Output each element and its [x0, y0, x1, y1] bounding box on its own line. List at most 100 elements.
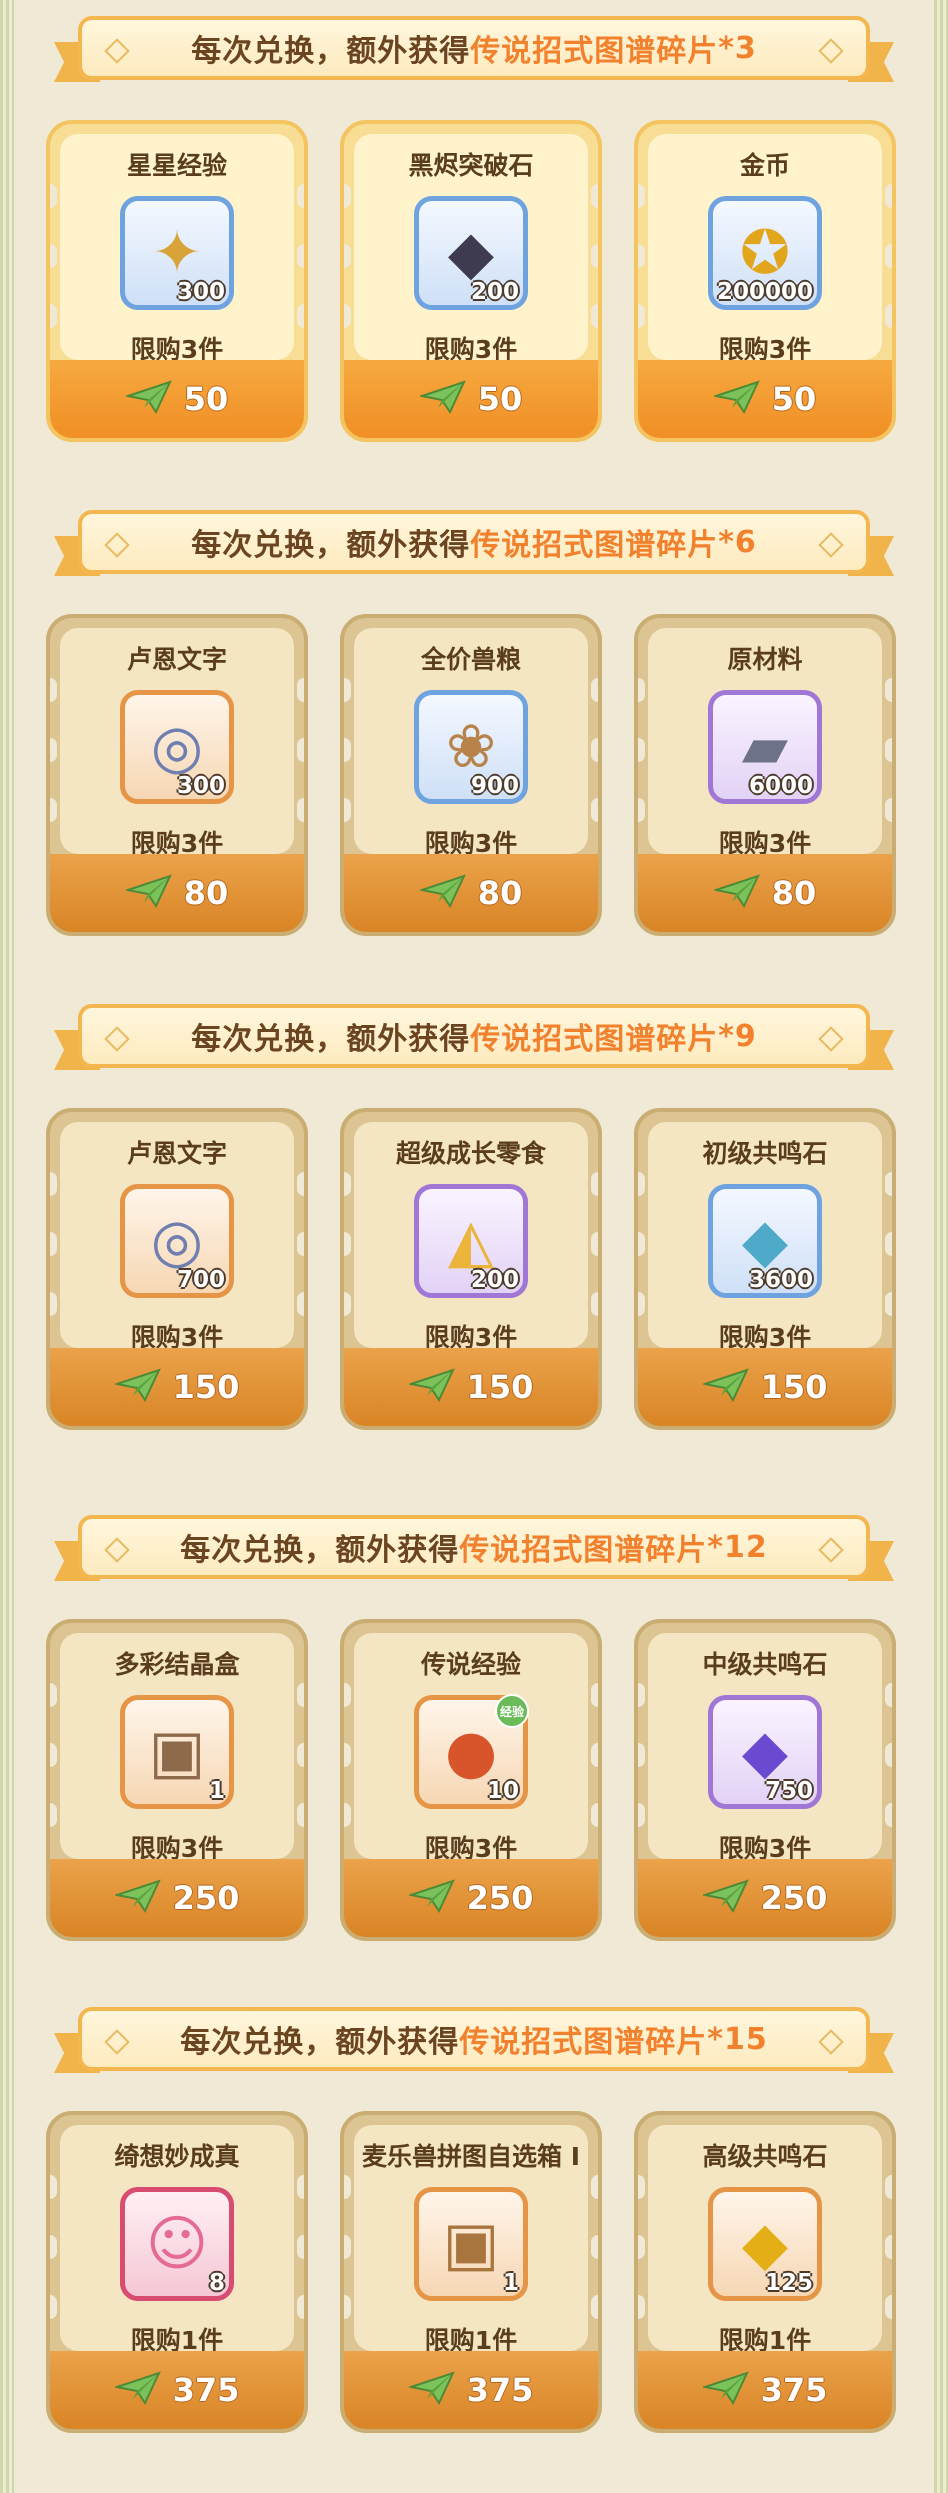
card-notch [297, 1743, 304, 1767]
buy-button[interactable]: 250 [638, 1859, 892, 1937]
item-price: 375 [466, 2371, 534, 2409]
gold-coin-icon[interactable]: ✪ 200000 [708, 196, 822, 310]
diamond-ornament-icon [818, 532, 844, 558]
banner-text: 每次兑换，额外获得 传说招式图谱碎片 *12 [78, 1515, 870, 1579]
banner-highlight: 传说招式图谱碎片 [459, 2025, 708, 2060]
shop-item-card[interactable]: 卢恩文字 ◎ 300 限购3件 80 [46, 614, 308, 936]
diamond-ornament-icon [104, 1026, 130, 1052]
purple-crystal-icon[interactable]: ◆ 750 [708, 1695, 822, 1809]
card-notch [344, 244, 351, 268]
shop-item-card[interactable]: 黑烬突破石 ◆ 200 限购3件 50 [340, 120, 602, 442]
pet-food-bag-icon[interactable]: ❀ 900 [414, 690, 528, 804]
card-notch [591, 244, 598, 268]
card-notch [638, 1292, 645, 1316]
card-notch [50, 1803, 57, 1827]
card-notch [885, 2175, 892, 2199]
card-notch [297, 1232, 304, 1256]
card-notch [638, 738, 645, 762]
item-name: 星星经验 [126, 151, 227, 180]
card-notch [885, 1743, 892, 1767]
buy-button[interactable]: 50 [344, 360, 598, 438]
shop-item-card[interactable]: 原材料 ▰ 6000 限购3件 80 [634, 614, 896, 936]
paper-plane-icon [112, 1879, 161, 1917]
item-name: 中级共鸣石 [702, 1650, 828, 1679]
blue-crystal-icon[interactable]: ◆ 3600 [708, 1184, 822, 1298]
shop-item-card[interactable]: 中级共鸣石 ◆ 750 限购3件 250 [634, 1619, 896, 1941]
card-notch [638, 1743, 645, 1767]
buy-button[interactable]: 150 [638, 1348, 892, 1426]
gold-crystal-icon[interactable]: ◆ 125 [708, 2187, 822, 2301]
legend-exp-icon[interactable]: ● 经验 10 [414, 1694, 529, 1809]
puzzle-box-icon[interactable]: ▣ 1 [414, 2187, 528, 2301]
item-glyph: ◆ [447, 218, 495, 288]
buy-button[interactable]: 250 [344, 1859, 598, 1937]
rune-orb-icon[interactable]: ◎ 700 [120, 1184, 234, 1298]
shop-item-card[interactable]: 卢恩文字 ◎ 700 限购3件 150 [46, 1108, 308, 1430]
paper-plane-icon [417, 380, 466, 418]
paper-plane-icon [112, 2371, 161, 2409]
buy-button[interactable]: 250 [50, 1859, 304, 1937]
card-notch [297, 738, 304, 762]
item-glyph: ▣ [148, 1717, 206, 1787]
buy-button[interactable]: 80 [344, 854, 598, 932]
pink-cat-icon[interactable]: ☺ 8 [120, 2187, 234, 2301]
card-notch [297, 2175, 304, 2199]
card-notch [885, 1683, 892, 1707]
star-card-icon[interactable]: ✦ 300 [120, 196, 234, 310]
item-price: 150 [466, 1368, 534, 1406]
card-notch [591, 1172, 598, 1196]
shop-item-card[interactable]: 超级成长零食 ◭ 200 限购3件 150 [340, 1108, 602, 1430]
banner-highlight: 传说招式图谱碎片 [470, 34, 719, 69]
card-notch [297, 2235, 304, 2259]
buy-button[interactable]: 375 [50, 2351, 304, 2429]
shop-item-card[interactable]: 绮想妙成真 ☺ 8 限购1件 375 [46, 2111, 308, 2433]
buy-button[interactable]: 150 [344, 1348, 598, 1426]
item-name: 初级共鸣石 [702, 1139, 828, 1168]
buy-button[interactable]: 80 [50, 854, 304, 932]
card-notch [344, 1803, 351, 1827]
card-notch [50, 2235, 57, 2259]
item-name: 多彩结晶盒 [114, 1650, 240, 1679]
card-notch [591, 2295, 598, 2319]
card-notch [297, 1292, 304, 1316]
buy-button[interactable]: 375 [638, 2351, 892, 2429]
card-notch [591, 2175, 598, 2199]
card-notch [344, 2235, 351, 2259]
card-notch [885, 2235, 892, 2259]
buy-button[interactable]: 50 [50, 360, 304, 438]
card-notch [885, 2295, 892, 2319]
ember-stone-icon[interactable]: ◆ 200 [414, 196, 528, 310]
paper-plane-icon [123, 380, 172, 418]
item-price: 80 [477, 874, 523, 912]
shop-item-card[interactable]: 高级共鸣石 ◆ 125 限购1件 375 [634, 2111, 896, 2433]
banner-prefix: 每次兑换，额外获得 [191, 1022, 471, 1057]
cheese-icon[interactable]: ◭ 200 [414, 1184, 528, 1298]
shop-item-card[interactable]: 全价兽粮 ❀ 900 限购3件 80 [340, 614, 602, 936]
card-notch [591, 304, 598, 328]
card-notch [344, 304, 351, 328]
shop-item-card[interactable]: 传说经验 ● 经验 10 限购3件 250 [340, 1619, 602, 1941]
item-price: 50 [183, 380, 229, 418]
diamond-ornament-icon [104, 532, 130, 558]
tier-banner: 每次兑换，额外获得 传说招式图谱碎片 *6 [54, 510, 894, 576]
item-quantity: 3600 [748, 1267, 813, 1293]
card-notch [50, 1743, 57, 1767]
card-notch [591, 738, 598, 762]
card-notch [638, 1172, 645, 1196]
shop-item-card[interactable]: 星星经验 ✦ 300 限购3件 50 [46, 120, 308, 442]
shop-item-card[interactable]: 麦乐兽拼图自选箱 I ▣ 1 限购1件 375 [340, 2111, 602, 2433]
metal-ingot-icon[interactable]: ▰ 6000 [708, 690, 822, 804]
buy-button[interactable]: 80 [638, 854, 892, 932]
shop-item-card[interactable]: 初级共鸣石 ◆ 3600 限购3件 150 [634, 1108, 896, 1430]
buy-button[interactable]: 150 [50, 1348, 304, 1426]
item-glyph: ❀ [445, 712, 497, 782]
item-quantity: 1 [502, 2270, 519, 2296]
buy-button[interactable]: 50 [638, 360, 892, 438]
shop-item-card[interactable]: 多彩结晶盒 ▣ 1 限购3件 250 [46, 1619, 308, 1941]
paper-plane-icon [700, 2371, 749, 2409]
shop-item-card[interactable]: 金币 ✪ 200000 限购3件 50 [634, 120, 896, 442]
treasure-chest-icon[interactable]: ▣ 1 [120, 1695, 234, 1809]
buy-button[interactable]: 375 [344, 2351, 598, 2429]
card-notch [297, 1803, 304, 1827]
rune-orb-icon[interactable]: ◎ 300 [120, 690, 234, 804]
